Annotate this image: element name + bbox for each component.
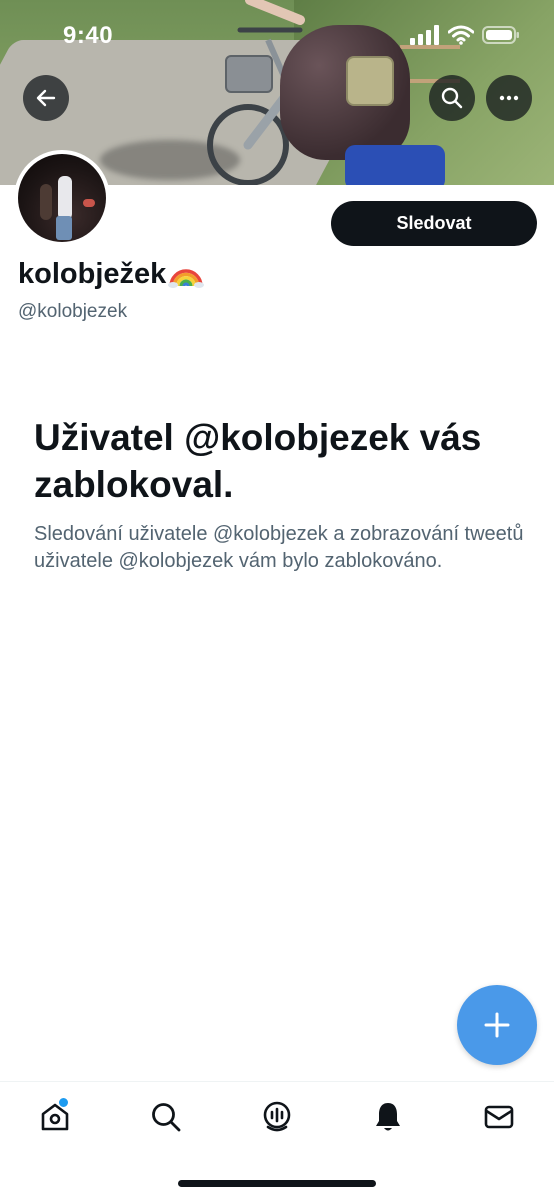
blocked-title: Uživatel @kolobjezek vás zablokoval. — [34, 417, 482, 505]
battery-icon — [482, 26, 519, 44]
search-icon — [441, 87, 463, 109]
blocked-description: Sledování uživatele @kolobjezek a zobraz… — [34, 523, 524, 572]
display-name: kolobježek — [18, 258, 205, 291]
notifications-icon — [375, 1103, 400, 1131]
status-time: 9:40 — [63, 22, 114, 49]
spaces-icon — [263, 1101, 291, 1132]
tab-home[interactable] — [25, 1089, 85, 1145]
messages-icon — [484, 1105, 513, 1129]
compose-tweet-button[interactable] — [457, 985, 537, 1065]
search-icon — [152, 1103, 181, 1132]
display-name-text: kolobježek — [18, 258, 167, 290]
cellular-signal-icon — [410, 25, 439, 45]
more-icon — [499, 95, 519, 101]
plus-icon — [484, 1012, 510, 1038]
follow-button[interactable]: Sledovat — [331, 201, 537, 246]
tab-search[interactable] — [136, 1089, 196, 1145]
profile-handle: @kolobjezek — [18, 301, 128, 322]
back-button[interactable] — [23, 75, 69, 121]
home-indicator[interactable] — [178, 1180, 376, 1187]
tab-messages[interactable] — [469, 1089, 529, 1145]
status-icons — [410, 25, 520, 45]
search-button[interactable] — [429, 75, 475, 121]
profile-screen: 9:40 Sledovat kolobježek @kolobjezek Uži… — [0, 0, 554, 1200]
more-options-button[interactable] — [486, 75, 532, 121]
rainbow-emoji-icon — [168, 268, 205, 288]
avatar[interactable] — [14, 150, 110, 246]
avatar-image — [18, 154, 106, 242]
bottom-tab-bar — [0, 1081, 554, 1152]
tab-notifications[interactable] — [358, 1089, 418, 1145]
back-arrow-icon — [36, 89, 56, 107]
tab-spaces[interactable] — [247, 1089, 307, 1145]
wifi-icon — [448, 25, 474, 45]
